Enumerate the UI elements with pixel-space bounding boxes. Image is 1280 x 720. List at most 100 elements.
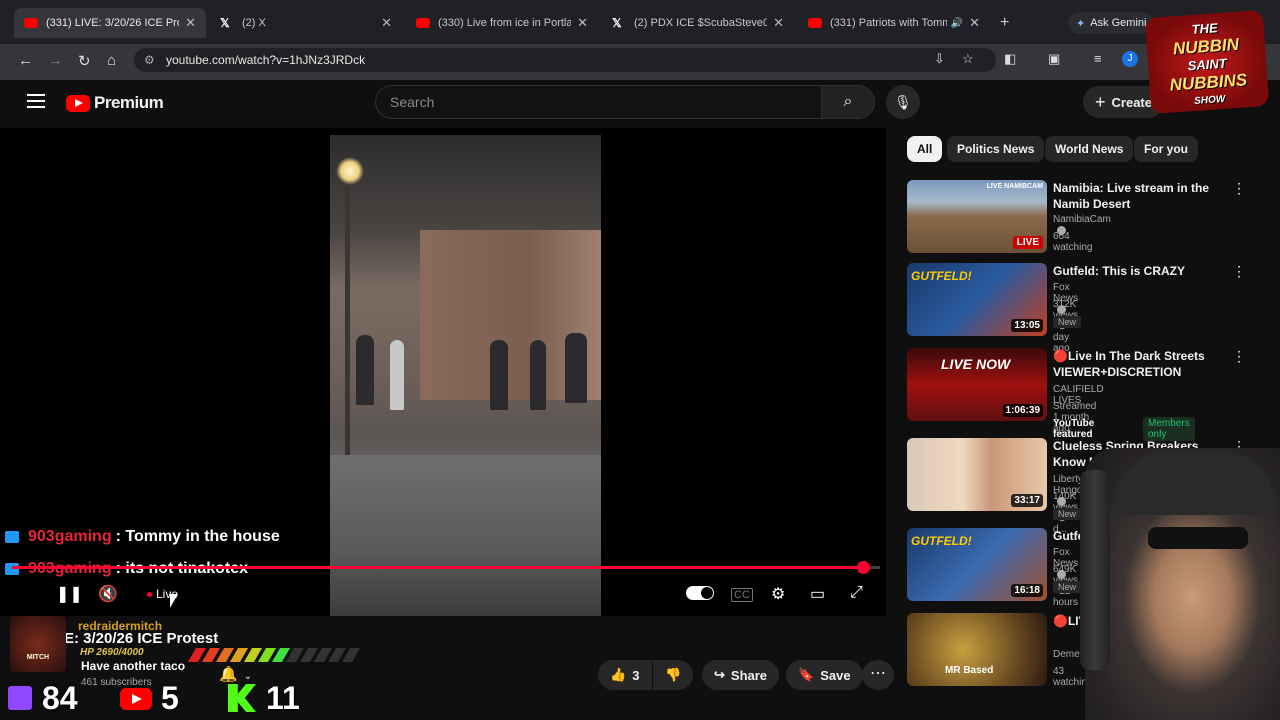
chip-world-news[interactable]: World News [1045,136,1134,162]
profile-avatar[interactable]: J [1122,51,1138,67]
more-options-icon[interactable]: ⋮ [1232,263,1246,280]
close-icon[interactable]: ✕ [773,15,784,31]
video-duration: 1:06:39 [1002,404,1043,417]
lamp-pole [345,185,350,465]
video-thumbnail[interactable]: GUTFELD! 13:05 [907,263,1047,336]
reload-icon[interactable]: ↻ [78,52,91,70]
browser-tab[interactable]: 𝕏 (2) X ✕ [210,8,402,38]
overlay-avatar: MITCH [10,616,66,672]
kick-icon [228,684,256,712]
autoplay-toggle[interactable] [686,586,714,600]
live-dot-icon [147,592,152,598]
mute-icon[interactable]: 🔇 [98,584,118,604]
pause-icon[interactable]: ❚❚ [56,584,83,604]
close-icon[interactable]: ✕ [969,15,980,31]
home-icon[interactable]: ⌂ [107,52,116,69]
tab-label: (2) X [242,17,266,29]
captions-icon[interactable]: CC [731,588,753,602]
install-app-icon[interactable]: ⇩ [934,51,945,67]
bookmark-icon: 🔖 [798,667,815,682]
chat-badge-icon [5,563,19,575]
share-icon: ↪ [714,667,725,682]
bookmark-star-icon[interactable]: ☆ [962,51,974,67]
more-actions-icon[interactable]: ⋯ [862,660,894,690]
video-thumbnail[interactable]: MR Based [907,613,1047,686]
street-lamp [336,157,364,185]
forward-icon[interactable]: → [48,52,63,69]
notification-bell-icon[interactable]: 🔔 ⌄ [219,665,252,683]
thumbnail-text: GUTFELD! [911,534,972,548]
url-text: youtube.com/watch?v=1hJNz3JRDck [166,53,366,67]
mouse-cursor [170,594,178,608]
video-duration: 16:18 [1011,584,1043,597]
hamburger-menu-icon[interactable] [27,94,45,112]
overlay-username: redraidermitch [78,619,163,633]
thumbnail-text: LIVE NAMIBCAM [986,183,1043,190]
settings-gear-icon[interactable]: ⚙ [771,584,785,604]
search-input[interactable]: Search [375,85,822,119]
chip-for-you[interactable]: For you [1134,136,1198,162]
video-title[interactable]: 🔴Live In The Dark Streets VIEWER+DISCRET… [1053,348,1219,380]
browser-tab[interactable]: (330) Live from ice in Portland ✕ [406,8,598,38]
youtube-viewer-count: 5 [161,680,179,716]
overlay-hp: HP 2690/4000 [80,647,144,658]
live-badge: LIVE [1012,236,1043,249]
video-frame[interactable] [330,135,601,616]
video-title[interactable]: Gutfeld: This is CRAZY [1053,263,1219,279]
theater-mode-icon[interactable]: ▭ [810,584,825,604]
tab-label: (331) Patriots with Tommy [830,17,947,29]
overlay-message: Have another taco [81,659,186,673]
ask-gemini-button[interactable]: ✦ Ask Gemini [1068,12,1155,34]
video-title[interactable]: Namibia: Live stream in the Namib Desert [1053,180,1219,212]
dislike-button[interactable]: 👎 [653,660,693,690]
more-options-icon[interactable]: ⋮ [1232,348,1246,365]
progress-scrubber[interactable] [856,561,870,574]
new-badge: New [1053,581,1082,593]
x-icon: 𝕏 [612,16,622,30]
gemini-label: Ask Gemini [1090,17,1147,29]
chip-all[interactable]: All [907,136,943,162]
search-icon[interactable]: ⌕ [821,85,875,119]
media-control-icon[interactable]: ≡ [1094,51,1102,66]
live-indicator[interactable]: Live [139,584,187,604]
progress-fill [12,566,863,569]
person [530,340,546,410]
site-info-icon[interactable]: ⚙ [144,48,155,72]
speaker-icon[interactable]: 🔊 [951,18,963,29]
extensions-icon[interactable]: ◧ [1004,51,1016,67]
close-icon[interactable]: ✕ [381,15,392,31]
streamer-glasses [1148,527,1248,549]
subscriber-count: 461 subscribers [81,677,152,688]
chat-message: 903gaming : its not tinakotex [5,560,248,578]
hp-bar [187,648,361,662]
video-thumbnail[interactable]: GUTFELD! 16:18 [907,528,1047,601]
tab-label: (331) LIVE: 3/20/26 ICE Protest [46,17,179,29]
tab-search-icon[interactable]: ▣ [1048,51,1060,67]
browser-tab[interactable]: 𝕏 (2) PDX ICE $ScubaSteve02626 ✕ [602,8,794,38]
video-thumbnail[interactable]: 33:17 [907,438,1047,511]
chip-politics-news[interactable]: Politics News [947,136,1045,162]
close-icon[interactable]: ✕ [185,15,196,31]
browser-tab[interactable]: (331) Patriots with Tommy 🔊 ✕ [798,8,990,38]
create-label: Create [1111,94,1152,110]
save-button[interactable]: 🔖 Save [786,660,863,690]
streamer-cap [1115,450,1275,515]
url-field[interactable]: ⚙ youtube.com/watch?v=1hJNz3JRDck [134,48,996,72]
new-tab-button[interactable]: + [1000,14,1009,32]
back-icon[interactable]: ← [18,52,33,69]
browser-tab[interactable]: (331) LIVE: 3/20/26 ICE Protest ✕ [14,8,206,38]
microphone-icon[interactable]: 🎙 [886,85,920,119]
person [390,340,404,410]
video-thumbnail[interactable]: LIVE NAMIBCAM LIVE [907,180,1047,253]
close-icon[interactable]: ✕ [577,15,588,31]
progress-bar[interactable] [12,561,880,574]
youtube-premium-logo[interactable]: Premium [66,93,164,113]
share-button[interactable]: ↪ Share [702,660,780,690]
like-button[interactable]: 👍 3 [598,660,652,690]
more-options-icon[interactable]: ⋮ [1232,180,1246,197]
twitch-viewer-count: 84 [42,680,78,716]
show-logo: THE NUBBIN SAINT NUBBINS SHOW [1144,10,1270,114]
fullscreen-icon[interactable]: ⤢ [850,584,863,602]
youtube-icon [24,18,38,28]
video-thumbnail[interactable]: LIVE NOW 1:06:39 [907,348,1047,421]
